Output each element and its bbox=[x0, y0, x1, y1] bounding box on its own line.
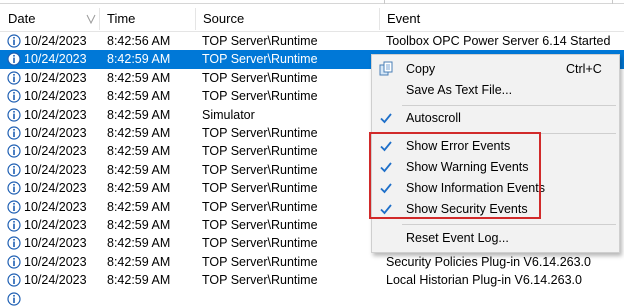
info-icon bbox=[7, 126, 21, 140]
cell-time: 8:42:59 AM bbox=[107, 181, 171, 196]
cell-time: 8:42:59 AM bbox=[107, 89, 171, 104]
menu-item-autoscroll-label: Autoscroll bbox=[406, 111, 461, 125]
cell-source: TOP Server\Runtime bbox=[202, 254, 318, 269]
column-header: Date Time Source Event bbox=[0, 7, 624, 32]
top-strip bbox=[0, 0, 624, 5]
info-icon bbox=[7, 291, 21, 306]
cell-time: 8:42:59 AM bbox=[107, 273, 171, 288]
cell-time: 8:42:59 AM bbox=[107, 52, 171, 67]
table-row[interactable] bbox=[0, 290, 624, 308]
info-icon bbox=[7, 107, 21, 122]
cell-source: TOP Server\Runtime bbox=[202, 236, 318, 251]
cell-date: 10/24/2023 bbox=[24, 144, 87, 159]
cell-source: Simulator bbox=[202, 107, 255, 122]
info-icon bbox=[7, 181, 21, 195]
column-date[interactable]: Date bbox=[0, 7, 100, 31]
info-icon bbox=[7, 71, 21, 85]
menu-item-reset-event-log[interactable]: Reset Event Log... bbox=[372, 227, 619, 249]
annotation-highlight-box bbox=[369, 132, 541, 219]
cell-date: 10/24/2023 bbox=[24, 70, 87, 85]
info-icon bbox=[7, 273, 21, 287]
cell-source: TOP Server\Runtime bbox=[202, 89, 318, 104]
cell-time: 8:42:59 AM bbox=[107, 162, 171, 177]
cell-date: 10/24/2023 bbox=[24, 181, 87, 196]
cell-date: 10/24/2023 bbox=[24, 52, 87, 67]
cell-time: 8:42:59 AM bbox=[107, 107, 171, 122]
menu-item-save-as-text[interactable]: Save As Text File... bbox=[372, 79, 619, 101]
cell-time: 8:42:59 AM bbox=[107, 236, 171, 251]
menu-separator bbox=[402, 224, 616, 225]
table-row[interactable]: 10/24/2023 8:42:56 AM TOP Server\Runtime To… bbox=[0, 32, 624, 50]
sort-icon bbox=[86, 14, 96, 25]
cell-source: TOP Server\Runtime bbox=[202, 162, 318, 177]
cell-event: Security Policies Plug-in V6.14.263.0 bbox=[386, 254, 591, 269]
info-icon bbox=[7, 199, 21, 214]
cell-date: 10/24/2023 bbox=[24, 162, 87, 177]
info-icon bbox=[7, 89, 21, 103]
column-time-label: Time bbox=[107, 11, 136, 26]
cell-time: 8:42:59 AM bbox=[107, 144, 171, 159]
menu-item-reset-event-log-label: Reset Event Log... bbox=[406, 231, 509, 245]
cell-date: 10/24/2023 bbox=[24, 199, 87, 214]
info-icon bbox=[7, 144, 21, 158]
info-icon bbox=[7, 236, 21, 250]
column-event-label: Event bbox=[387, 11, 421, 26]
cell-event: Toolbox OPC Power Server 6.14 Started bbox=[386, 34, 611, 48]
cell-date: 10/24/2023 bbox=[24, 34, 87, 48]
cell-source: TOP Server\Runtime bbox=[202, 218, 318, 232]
cell-event: Local Historian Plug-in V6.14.263.0 bbox=[386, 273, 582, 288]
cell-date: 10/24/2023 bbox=[24, 126, 87, 140]
cell-time: 8:42:59 AM bbox=[107, 218, 171, 232]
cell-source: TOP Server\Runtime bbox=[202, 181, 318, 196]
cell-time: 8:42:59 AM bbox=[107, 126, 171, 140]
column-date-label: Date bbox=[8, 11, 36, 26]
checkmark-icon bbox=[380, 113, 392, 124]
cell-source: TOP Server\Runtime bbox=[202, 70, 318, 85]
cell-source: TOP Server\Runtime bbox=[202, 34, 318, 48]
cell-date: 10/24/2023 bbox=[24, 236, 87, 251]
menu-item-autoscroll[interactable]: Autoscroll bbox=[372, 107, 619, 129]
column-source-label: Source bbox=[203, 11, 245, 26]
cell-time: 8:42:59 AM bbox=[107, 254, 171, 269]
cell-time: 8:42:59 AM bbox=[107, 70, 171, 85]
cell-date: 10/24/2023 bbox=[24, 89, 87, 104]
menu-item-save-as-text-label: Save As Text File... bbox=[406, 83, 513, 97]
menu-item-copy[interactable]: Copy Ctrl+C bbox=[372, 58, 619, 80]
table-row[interactable]: 10/24/2023 8:42:59 AM TOP Server\Runtime Lo… bbox=[0, 271, 624, 289]
column-event[interactable]: Event bbox=[379, 7, 624, 31]
info-icon bbox=[7, 52, 21, 66]
cell-source: TOP Server\Runtime bbox=[202, 273, 318, 288]
cell-source: TOP Server\Runtime bbox=[202, 52, 318, 67]
cell-time: 8:42:56 AM bbox=[107, 34, 171, 48]
cell-date: 10/24/2023 bbox=[24, 273, 87, 288]
cell-date: 10/24/2023 bbox=[24, 254, 87, 269]
table-row[interactable]: 10/24/2023 8:42:59 AM TOP Server\Runtime Se… bbox=[0, 253, 624, 271]
menu-item-copy-label: Copy bbox=[406, 62, 436, 76]
column-source[interactable]: Source bbox=[195, 7, 379, 31]
info-icon bbox=[7, 163, 21, 177]
info-icon bbox=[7, 218, 21, 232]
cell-source: TOP Server\Runtime bbox=[202, 144, 318, 159]
menu-item-copy-shortcut: Ctrl+C bbox=[566, 62, 602, 76]
cell-date: 10/24/2023 bbox=[24, 107, 87, 122]
info-icon bbox=[7, 255, 21, 269]
copy-icon bbox=[379, 61, 393, 76]
cell-date: 10/24/2023 bbox=[24, 218, 87, 232]
cell-source: TOP Server\Runtime bbox=[202, 199, 318, 214]
menu-separator bbox=[402, 105, 616, 106]
cell-time: 8:42:59 AM bbox=[107, 199, 171, 214]
cell-source: TOP Server\Runtime bbox=[202, 126, 318, 140]
column-time[interactable]: Time bbox=[99, 7, 195, 31]
info-icon bbox=[7, 34, 21, 48]
